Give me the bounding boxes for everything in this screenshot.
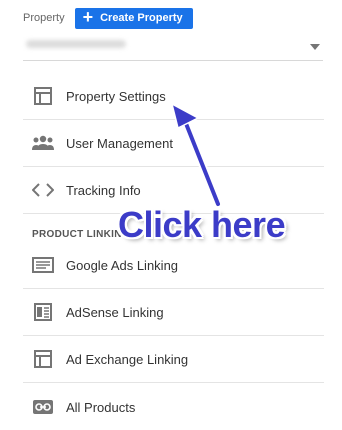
code-icon <box>32 179 54 201</box>
menu-item-adsense-linking[interactable]: AdSense Linking <box>23 289 324 336</box>
menu-item-ad-exchange-linking[interactable]: Ad Exchange Linking <box>23 336 324 383</box>
menu-item-user-management[interactable]: User Management <box>23 120 324 167</box>
plus-icon: + <box>82 7 94 27</box>
dropdown-caret-icon <box>310 44 320 50</box>
menu-item-property-settings[interactable]: Property Settings <box>23 73 324 120</box>
menu-item-label: Ad Exchange Linking <box>66 351 189 367</box>
adsense-icon <box>32 301 54 323</box>
property-header: Property + Create Property <box>23 7 193 29</box>
property-label: Property <box>23 12 65 24</box>
users-icon <box>32 132 54 154</box>
property-selector[interactable] <box>23 34 323 61</box>
menu-item-label: AdSense Linking <box>66 304 164 320</box>
menu-item-label: All Products <box>66 399 136 415</box>
menu-item-label: Tracking Info <box>66 182 141 198</box>
menu-item-label: Google Ads Linking <box>66 257 179 273</box>
property-settings-icon <box>32 85 54 107</box>
annotation-click-here: Click here <box>118 204 286 245</box>
menu-item-label: User Management <box>66 135 173 151</box>
section-header-product-linking: PRODUCT LINKING <box>32 229 130 240</box>
link-icon <box>32 396 54 418</box>
blurred-property-name <box>26 40 126 48</box>
create-property-button[interactable]: + Create Property <box>74 7 193 29</box>
menu-item-label: Property Settings <box>66 88 166 104</box>
menu-item-all-products[interactable]: All Products <box>23 384 324 430</box>
create-property-label: Create Property <box>100 12 183 24</box>
google-ads-icon <box>32 254 54 276</box>
menu-item-google-ads-linking[interactable]: Google Ads Linking <box>23 242 324 289</box>
ad-exchange-icon <box>32 348 54 370</box>
